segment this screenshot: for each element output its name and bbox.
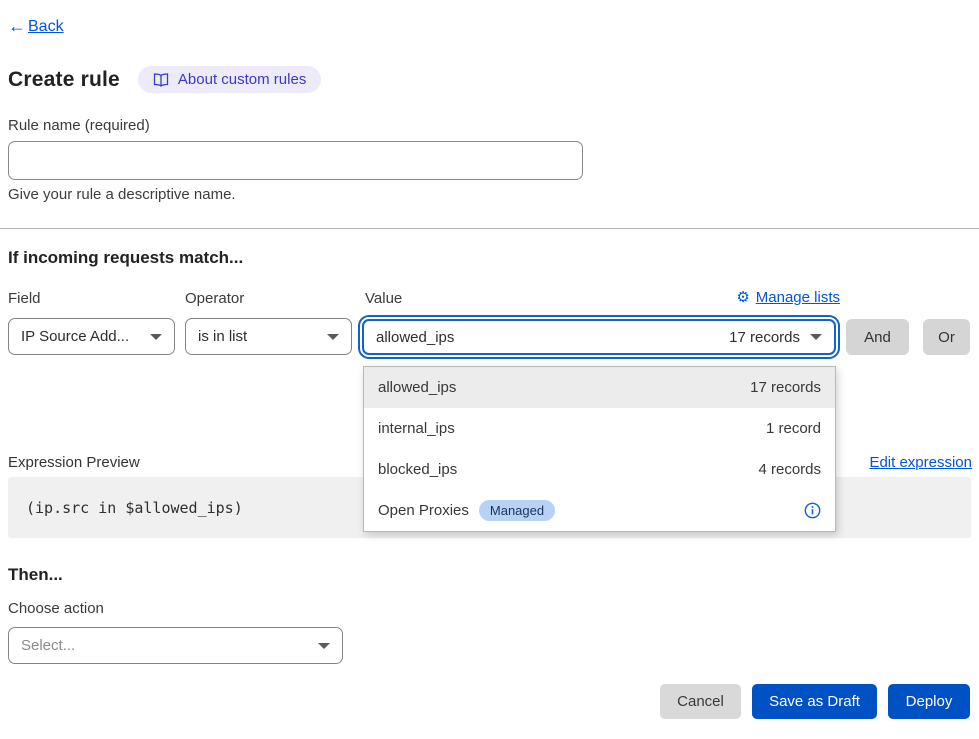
- list-item-name: blocked_ips: [378, 461, 457, 478]
- match-section-heading: If incoming requests match...: [8, 248, 243, 268]
- managed-badge: Managed: [479, 500, 555, 521]
- value-select[interactable]: allowed_ips 17 records: [362, 319, 836, 355]
- expression-preview-label: Expression Preview: [8, 454, 140, 471]
- rule-name-helper: Give your rule a descriptive name.: [8, 186, 236, 203]
- list-item-name: internal_ips: [378, 420, 455, 437]
- list-item-name: Open Proxies: [378, 502, 469, 519]
- section-divider: [0, 228, 979, 229]
- or-button[interactable]: Or: [923, 319, 970, 355]
- list-item-records: 1 record: [766, 420, 821, 437]
- and-button[interactable]: And: [846, 319, 909, 355]
- operator-label: Operator: [185, 290, 244, 307]
- field-select-value: IP Source Add...: [21, 328, 140, 345]
- about-badge-label: About custom rules: [178, 71, 306, 88]
- operator-select[interactable]: is in list: [185, 318, 352, 355]
- manage-lists-label: Manage lists: [756, 289, 840, 306]
- cancel-button[interactable]: Cancel: [660, 684, 741, 719]
- value-dropdown-list: allowed_ips 17 records internal_ips 1 re…: [363, 366, 836, 532]
- value-select-name: allowed_ips: [376, 329, 454, 346]
- info-icon[interactable]: [804, 502, 821, 519]
- back-link[interactable]: ← Back: [8, 16, 64, 37]
- book-icon: [153, 73, 169, 87]
- rule-name-input[interactable]: [8, 141, 583, 180]
- list-item-internal-ips[interactable]: internal_ips 1 record: [364, 408, 835, 449]
- edit-expression-link[interactable]: Edit expression: [869, 454, 972, 471]
- operator-select-value: is in list: [198, 328, 317, 345]
- page-title: Create rule: [8, 68, 120, 92]
- action-select[interactable]: Select...: [8, 627, 343, 664]
- action-select-placeholder: Select...: [21, 637, 308, 654]
- chevron-down-icon: [327, 334, 339, 340]
- list-item-records: 17 records: [750, 379, 821, 396]
- then-section-heading: Then...: [8, 565, 63, 585]
- back-arrow-icon: ←: [8, 16, 26, 37]
- expression-code: (ip.src in $allowed_ips): [26, 499, 243, 517]
- back-link-label: Back: [28, 18, 64, 36]
- choose-action-label: Choose action: [8, 600, 104, 617]
- field-label: Field: [8, 290, 41, 307]
- list-item-records: 4 records: [758, 461, 821, 478]
- value-select-records: 17 records: [729, 329, 800, 346]
- manage-lists-link[interactable]: ⚙ Manage lists: [736, 289, 840, 306]
- field-select[interactable]: IP Source Add...: [8, 318, 175, 355]
- list-item-allowed-ips[interactable]: allowed_ips 17 records: [364, 367, 835, 408]
- deploy-button[interactable]: Deploy: [888, 684, 970, 719]
- create-rule-page: ← Back Create rule About custom rules Ru…: [0, 0, 979, 739]
- save-as-draft-button[interactable]: Save as Draft: [752, 684, 877, 719]
- chevron-down-icon: [810, 334, 822, 340]
- about-custom-rules-link[interactable]: About custom rules: [138, 66, 321, 93]
- list-item-blocked-ips[interactable]: blocked_ips 4 records: [364, 449, 835, 490]
- title-row: Create rule About custom rules: [8, 66, 321, 93]
- list-item-open-proxies[interactable]: Open Proxies Managed: [364, 490, 835, 531]
- chevron-down-icon: [150, 334, 162, 340]
- chevron-down-icon: [318, 643, 330, 649]
- value-label: Value: [365, 290, 402, 307]
- rule-name-label: Rule name (required): [8, 117, 150, 134]
- list-item-name: allowed_ips: [378, 379, 456, 396]
- gear-icon: ⚙: [736, 290, 749, 305]
